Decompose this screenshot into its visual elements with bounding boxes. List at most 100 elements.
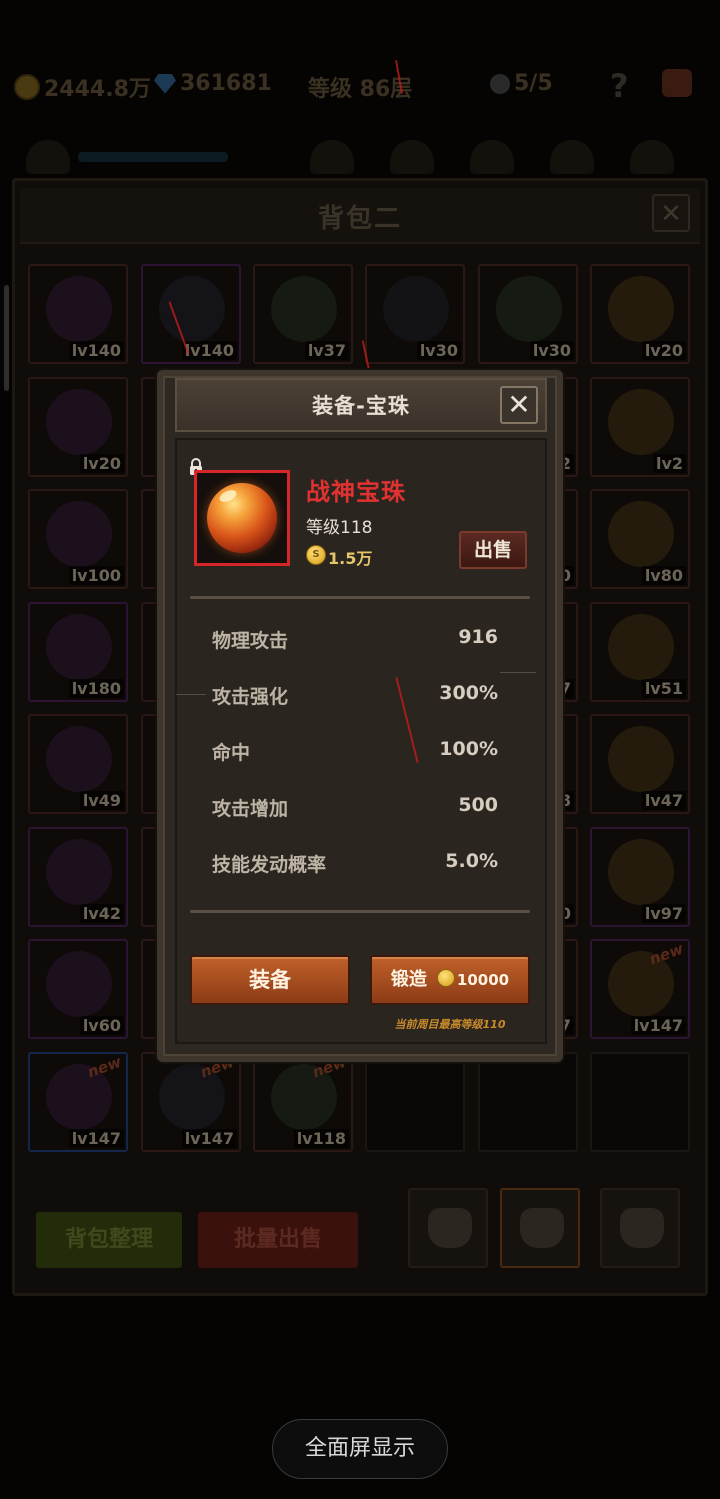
bag-slot[interactable]: lv37 (253, 264, 353, 364)
stamina-counter: 5/5 (490, 71, 553, 96)
slot-level: lv37 (304, 341, 349, 360)
side-scroll-indicator (4, 285, 9, 391)
wisp (500, 672, 536, 673)
bulk-sell-button[interactable]: 批量出售 (198, 1212, 358, 1268)
gold-coin-icon (14, 74, 40, 100)
equipment-icon (46, 726, 112, 792)
bag-slot[interactable]: lv30 (365, 264, 465, 364)
forge-level-note: 当前周目最高等级110 (394, 1018, 506, 1031)
gold-counter: 2444.8万 (14, 71, 151, 103)
stamina-value: 5/5 (514, 71, 553, 96)
slot-level: lv20 (641, 341, 686, 360)
sell-button[interactable]: 出售 (459, 531, 527, 569)
bag-tab-3[interactable] (600, 1188, 680, 1268)
bag-slot[interactable]: lv100 (28, 489, 128, 589)
backpack-close-button[interactable]: ✕ (652, 194, 690, 232)
equipment-icon (608, 389, 674, 455)
equip-button[interactable]: 装备 (190, 955, 350, 1005)
help-button[interactable]: ? (610, 67, 629, 105)
bag-slot[interactable]: lv97 (590, 827, 690, 927)
slot-level: lv80 (641, 566, 686, 585)
bag-slot[interactable]: lv42 (28, 827, 128, 927)
slot-level: lv180 (68, 679, 124, 698)
bag-icon[interactable] (662, 69, 692, 97)
divider (190, 596, 530, 599)
floor-level: 等级 86层 (308, 77, 413, 102)
bag-tab-2[interactable] (500, 1188, 580, 1268)
skull-icon (490, 73, 510, 94)
gold-amount: 2444.8万 (44, 77, 151, 102)
slot-level: lv47 (641, 791, 686, 810)
slot-level: lv118 (293, 1129, 349, 1148)
bag-slot[interactable] (590, 1052, 690, 1152)
slot-level: lv97 (641, 904, 686, 923)
slot-level: lv140 (68, 341, 124, 360)
bag-slot[interactable]: lv51 (590, 602, 690, 702)
wisp (176, 694, 206, 695)
item-name: 战神宝珠 (306, 478, 406, 506)
bag-slot[interactable]: lv30 (478, 264, 578, 364)
equipment-icon (46, 614, 112, 680)
equipment-icon (46, 276, 112, 342)
slot-level: lv30 (416, 341, 461, 360)
slot-level: lv30 (529, 341, 574, 360)
item-icon-frame (194, 470, 290, 566)
bag-slot[interactable]: lv20 (28, 377, 128, 477)
equip-slot (310, 140, 354, 174)
equipment-icon (46, 389, 112, 455)
bag-tab-1[interactable] (408, 1188, 488, 1268)
slot-level: lv60 (79, 1016, 124, 1035)
equip-slot (630, 140, 674, 174)
equipment-icon (46, 501, 112, 567)
bag-slot[interactable] (365, 1052, 465, 1152)
equipment-icon (271, 276, 337, 342)
sort-bag-button[interactable]: 背包整理 (36, 1212, 182, 1268)
equip-slot (550, 140, 594, 174)
slot-level: lv140 (181, 341, 237, 360)
stat-value: 916 (458, 626, 498, 648)
gem-amount: 361681 (180, 71, 272, 96)
gold-coin-icon: S (306, 545, 326, 565)
equipment-icon (46, 951, 112, 1017)
exp-bar (78, 152, 228, 162)
stat-name: 技能发动概率 (212, 854, 327, 876)
bag-slot[interactable]: lv47 (590, 714, 690, 814)
bag-slot[interactable]: lv147 new (28, 1052, 128, 1152)
slot-level: lv20 (79, 454, 124, 473)
equipment-icon (608, 839, 674, 905)
stat-value: 100% (439, 738, 498, 760)
slot-level: lv42 (79, 904, 124, 923)
stat-value: 300% (439, 682, 498, 704)
bag-slot[interactable]: lv80 (590, 489, 690, 589)
bag-slot[interactable]: lv147 new (141, 1052, 241, 1152)
equipment-icon (608, 726, 674, 792)
bag-slot[interactable]: lv140 (141, 264, 241, 364)
stat-value: 5.0% (445, 850, 498, 872)
forge-button[interactable]: 锻造 10000 (370, 955, 530, 1005)
bag-slot[interactable]: lv2 (590, 377, 690, 477)
bag-slot[interactable]: lv118 new (253, 1052, 353, 1152)
top-hud: 2444.8万 361681 等级 86层 5/5 ? (0, 55, 720, 115)
bag-slot[interactable] (478, 1052, 578, 1152)
diamond-icon (154, 73, 176, 94)
stat-value: 500 (458, 794, 498, 816)
equipment-icon (608, 276, 674, 342)
stat-name: 物理攻击 (212, 630, 289, 652)
bag-slot[interactable]: lv180 (28, 602, 128, 702)
bag-slot[interactable]: lv147 new (590, 939, 690, 1039)
bag-slot[interactable]: lv60 (28, 939, 128, 1039)
bag-slot[interactable]: lv49 (28, 714, 128, 814)
slot-level: lv2 (652, 454, 686, 473)
fullscreen-display-button[interactable]: 全面屏显示 (272, 1419, 448, 1479)
bag-slot[interactable]: lv20 (590, 264, 690, 364)
equipment-icon (608, 614, 674, 680)
hero-avatar (26, 140, 70, 174)
equip-slot (390, 140, 434, 174)
dialog-close-button[interactable]: ✕ (500, 386, 538, 424)
bag-slot[interactable]: lv140 (28, 264, 128, 364)
stat-name: 命中 (212, 742, 251, 764)
gold-coin-icon (436, 969, 455, 987)
gem-counter: 361681 (154, 71, 272, 96)
slot-level: lv51 (641, 679, 686, 698)
dialog-title: 装备-宝珠 (312, 394, 410, 418)
